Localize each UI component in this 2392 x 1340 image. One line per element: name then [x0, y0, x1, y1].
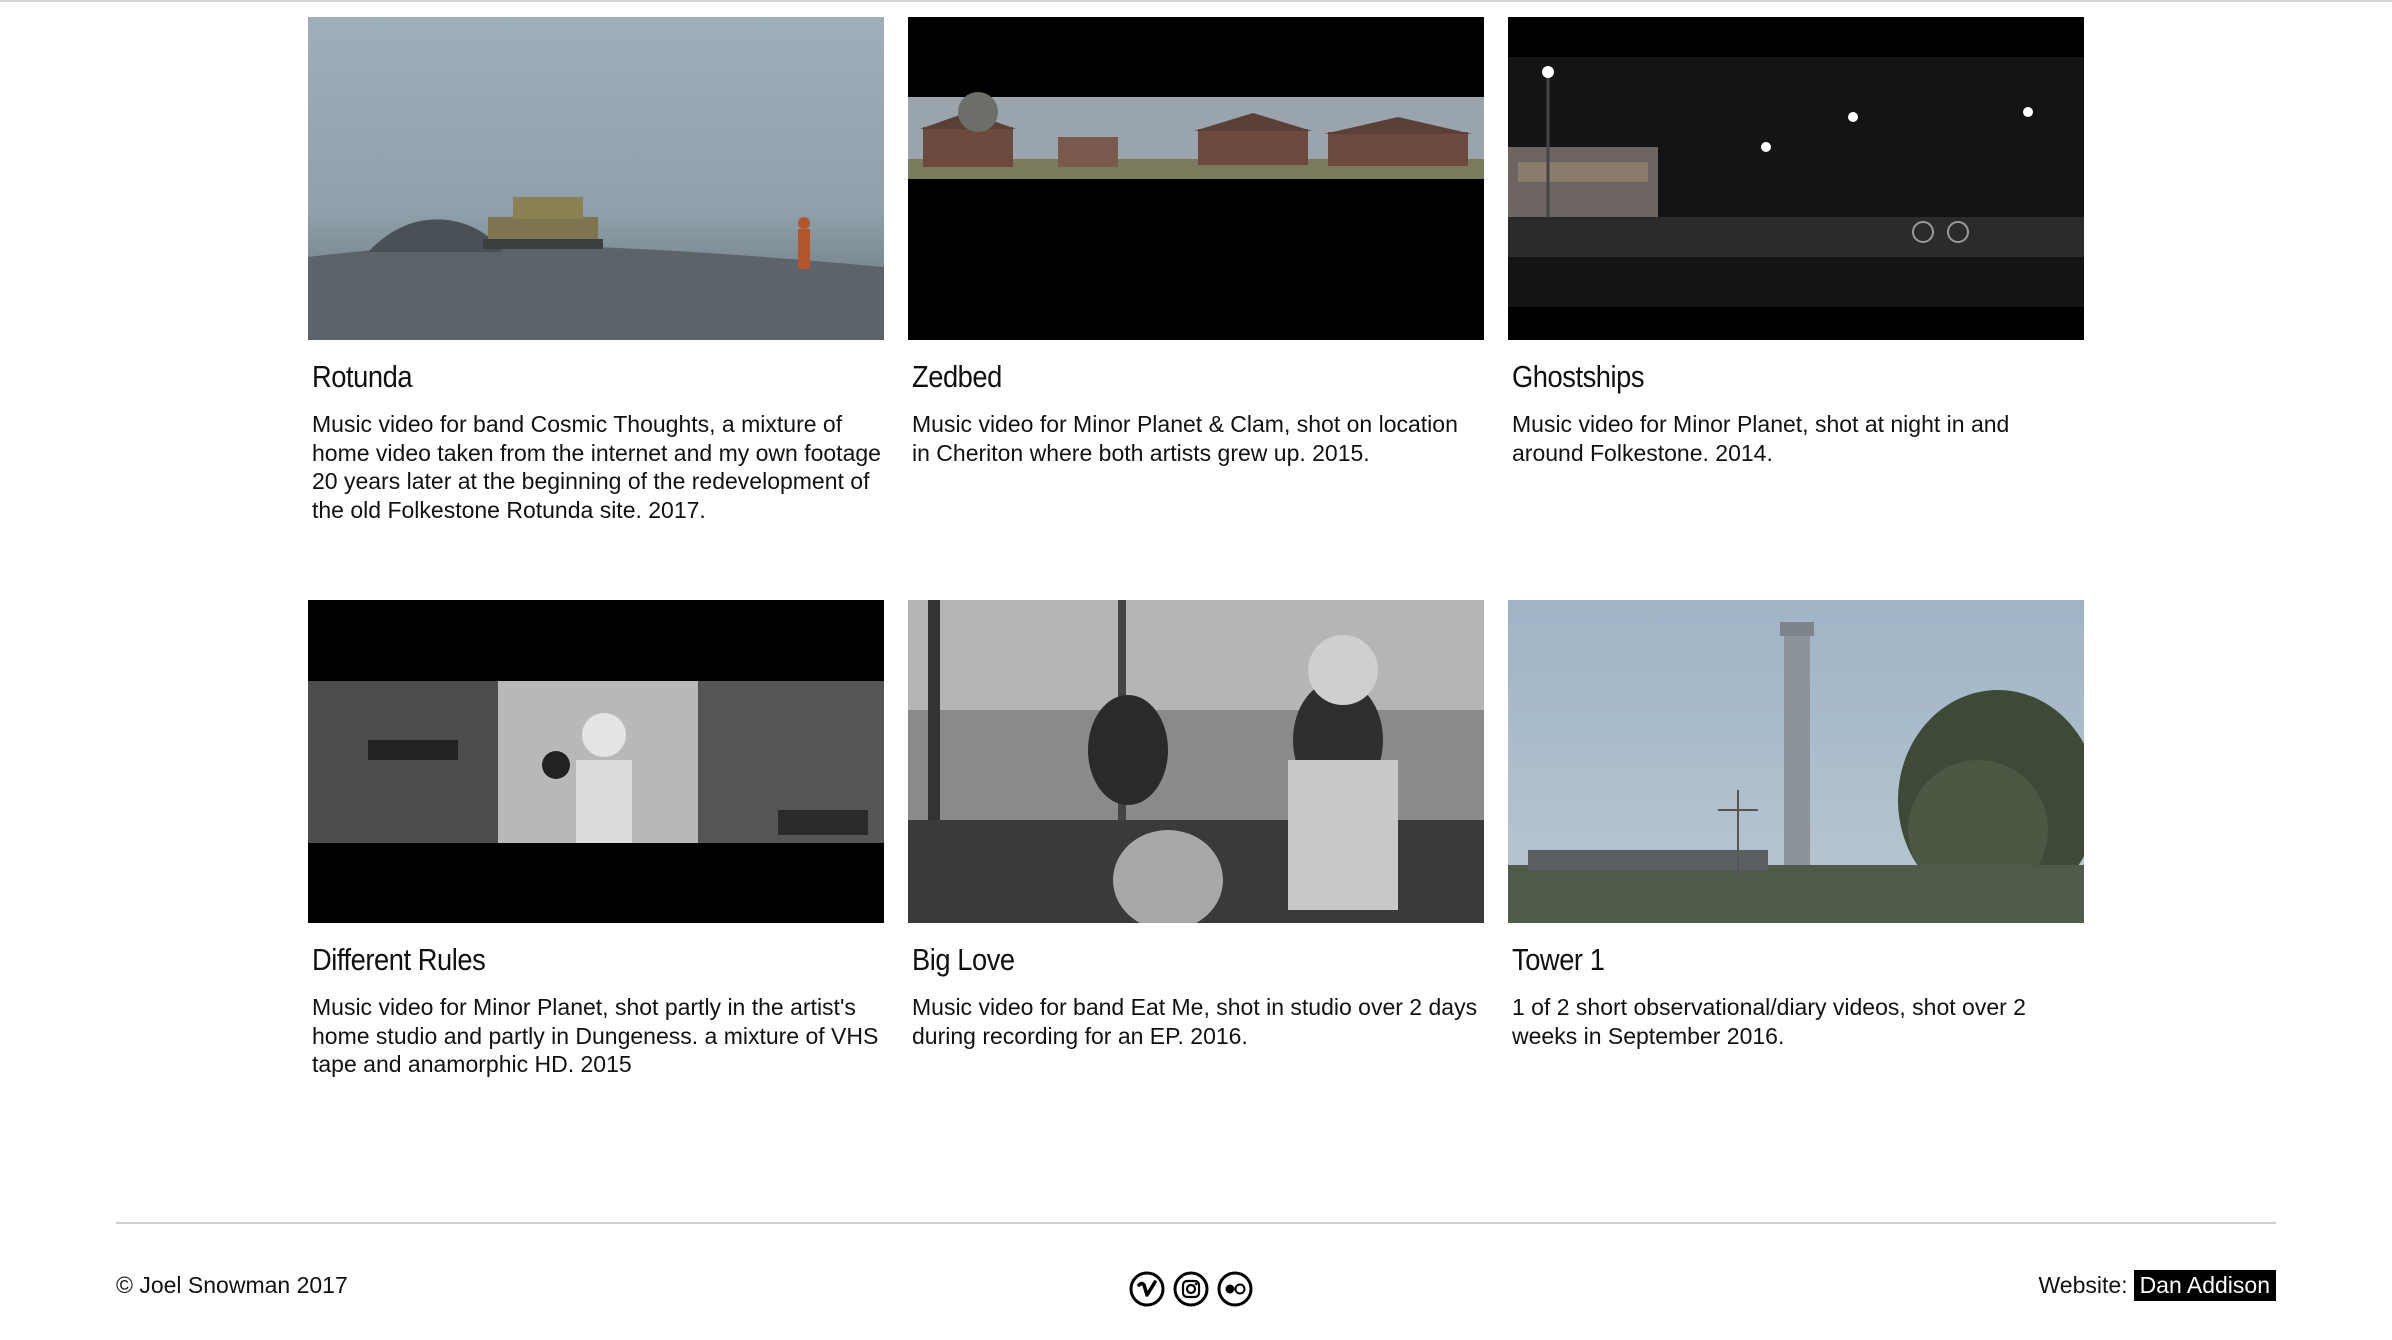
website-credit: Website: Dan Addison [2038, 1270, 2276, 1301]
video-title[interactable]: Ghostships [1512, 359, 1645, 395]
social-links [1129, 1271, 1253, 1307]
video-description: Music video for Minor Planet, shot at ni… [1512, 411, 2010, 466]
video-thumbnail[interactable] [908, 17, 1484, 340]
video-description: Music video for band Cosmic Thoughts, a … [312, 411, 881, 523]
video-title[interactable]: Zedbed [912, 359, 1002, 395]
website-credit-link[interactable]: Dan Addison [2133, 1270, 2276, 1301]
top-divider [0, 0, 2392, 2]
video-description: Music video for Minor Planet & Clam, sho… [912, 411, 1458, 466]
video-title[interactable]: Different Rules [312, 942, 486, 978]
video-title[interactable]: Tower 1 [1512, 942, 1605, 978]
video-thumbnail[interactable] [1508, 600, 2084, 923]
video-thumbnail[interactable] [308, 17, 884, 340]
copyright-text: © Joel Snowman 2017 [116, 1272, 348, 1298]
footer-divider [116, 1222, 2276, 1224]
video-thumbnail[interactable] [908, 600, 1484, 923]
video-title[interactable]: Big Love [912, 942, 1015, 978]
video-description: 1 of 2 short observational/diary videos,… [1512, 994, 2026, 1049]
video-thumbnail[interactable] [1508, 17, 2084, 340]
instagram-icon[interactable] [1173, 1271, 1209, 1307]
video-description: Music video for band Eat Me, shot in stu… [912, 994, 1478, 1049]
video-description: Music video for Minor Planet, shot partl… [312, 994, 879, 1077]
website-label: Website: [2038, 1272, 2128, 1298]
flickr-icon[interactable] [1217, 1271, 1253, 1307]
video-thumbnail[interactable] [308, 600, 884, 923]
video-title[interactable]: Rotunda [312, 359, 413, 395]
vimeo-icon[interactable] [1129, 1271, 1165, 1307]
